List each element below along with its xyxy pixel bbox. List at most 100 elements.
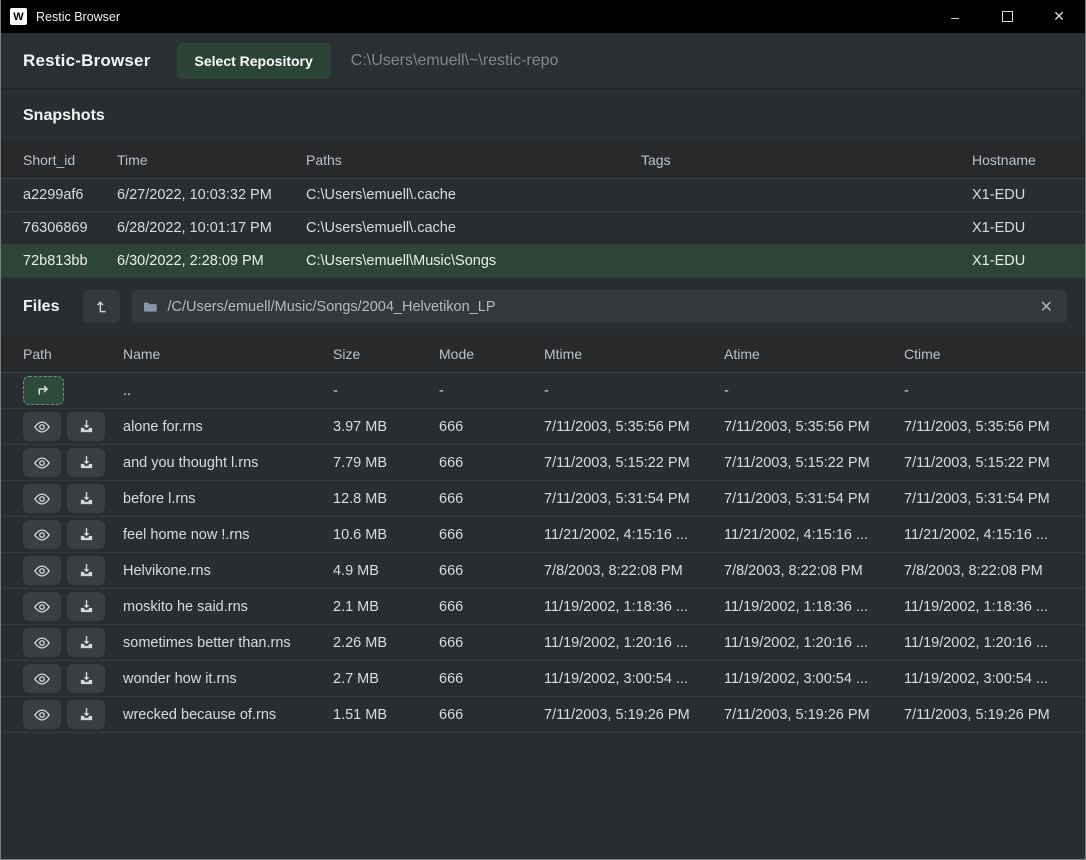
download-file-button[interactable]: [67, 628, 105, 657]
col-name: Name: [123, 346, 333, 362]
files-heading: Files: [23, 298, 59, 316]
file-mtime: 7/11/2003, 5:19:26 PM: [544, 707, 724, 723]
download-icon: [78, 634, 95, 651]
download-file-button[interactable]: [67, 664, 105, 693]
col-hostname: Hostname: [972, 152, 1067, 168]
file-mode: 666: [439, 491, 544, 507]
window-title: Restic Browser: [36, 10, 120, 24]
file-mode: 666: [439, 671, 544, 687]
file-size: 2.26 MB: [333, 635, 439, 651]
file-size: 12.8 MB: [333, 491, 439, 507]
snapshot-row[interactable]: 76306869 6/28/2022, 10:01:17 PM C:\Users…: [1, 212, 1085, 245]
clear-path-icon: ✕: [1040, 299, 1053, 316]
snapshot-hostname: X1-EDU: [972, 220, 1067, 236]
file-row: sometimes better than.rns 2.26 MB 666 11…: [1, 625, 1085, 661]
file-row: alone for.rns 3.97 MB 666 7/11/2003, 5:3…: [1, 409, 1085, 445]
file-mode: 666: [439, 419, 544, 435]
parent-atime: -: [724, 383, 904, 399]
file-ctime: 11/19/2002, 3:00:54 ...: [904, 671, 1067, 687]
file-row: moskito he said.rns 2.1 MB 666 11/19/200…: [1, 589, 1085, 625]
col-atime: Atime: [724, 346, 904, 362]
up-to-parent-icon: [94, 299, 110, 315]
download-file-button[interactable]: [67, 448, 105, 477]
file-ctime: 11/21/2002, 4:15:16 ...: [904, 527, 1067, 543]
eye-icon: [33, 490, 51, 508]
preview-file-button[interactable]: [23, 520, 61, 549]
snapshot-paths: C:\Users\emuell\.cache: [306, 187, 641, 203]
file-mode: 666: [439, 527, 544, 543]
snapshot-short-id: 76306869: [23, 220, 117, 236]
snapshots-table-body: a2299af6 6/27/2022, 10:03:32 PM C:\Users…: [1, 179, 1085, 278]
download-icon: [78, 706, 95, 723]
file-name: feel home now !.rns: [123, 527, 333, 543]
snapshots-heading: Snapshots: [1, 89, 1085, 141]
download-file-button[interactable]: [67, 520, 105, 549]
snapshot-row[interactable]: a2299af6 6/27/2022, 10:03:32 PM C:\Users…: [1, 179, 1085, 212]
app-window: W Restic Browser – ✕ Restic-Browser Sele…: [0, 0, 1086, 860]
file-atime: 11/19/2002, 1:18:36 ...: [724, 599, 904, 615]
eye-icon: [33, 634, 51, 652]
file-name: Helvikone.rns: [123, 563, 333, 579]
preview-file-button[interactable]: [23, 484, 61, 513]
file-mode: 666: [439, 707, 544, 723]
preview-file-button[interactable]: [23, 700, 61, 729]
download-icon: [78, 598, 95, 615]
file-atime: 11/21/2002, 4:15:16 ...: [724, 527, 904, 543]
file-size: 2.1 MB: [333, 599, 439, 615]
eye-icon: [33, 454, 51, 472]
file-name: and you thought l.rns: [123, 455, 333, 471]
file-row: wonder how it.rns 2.7 MB 666 11/19/2002,…: [1, 661, 1085, 697]
files-table-header: Path Name Size Mode Mtime Atime Ctime: [1, 335, 1085, 373]
parent-mtime: -: [544, 383, 724, 399]
maximize-button[interactable]: [981, 0, 1033, 33]
file-name: before l.rns: [123, 491, 333, 507]
preview-file-button[interactable]: [23, 592, 61, 621]
file-mtime: 11/21/2002, 4:15:16 ...: [544, 527, 724, 543]
download-icon: [78, 526, 95, 543]
minimize-button[interactable]: –: [929, 0, 981, 33]
file-row: before l.rns 12.8 MB 666 7/11/2003, 5:31…: [1, 481, 1085, 517]
preview-file-button[interactable]: [23, 556, 61, 585]
col-path: Path: [23, 346, 123, 362]
file-ctime: 7/11/2003, 5:31:54 PM: [904, 491, 1067, 507]
close-button[interactable]: ✕: [1033, 0, 1085, 33]
download-icon: [78, 454, 95, 471]
download-icon: [78, 670, 95, 687]
select-repository-button[interactable]: Select Repository: [177, 43, 331, 79]
file-mode: 666: [439, 599, 544, 615]
snapshot-time: 6/30/2022, 2:28:09 PM: [117, 253, 306, 269]
app-icon: W: [10, 8, 27, 25]
clear-path-button[interactable]: ✕: [1036, 297, 1057, 317]
file-mtime: 11/19/2002, 3:00:54 ...: [544, 671, 724, 687]
go-to-root-button[interactable]: [83, 290, 120, 323]
app-header: Restic-Browser Select Repository C:\User…: [1, 33, 1085, 89]
col-short-id: Short_id: [23, 152, 117, 168]
snapshot-paths: C:\Users\emuell\Music\Songs: [306, 253, 641, 269]
file-name: wonder how it.rns: [123, 671, 333, 687]
folder-icon: [142, 299, 158, 315]
col-paths: Paths: [306, 152, 641, 168]
download-file-button[interactable]: [67, 484, 105, 513]
download-file-button[interactable]: [67, 412, 105, 441]
return-arrow-icon: [35, 382, 52, 399]
current-path-input[interactable]: /C/Users/emuell/Music/Songs/2004_Helveti…: [132, 290, 1067, 323]
file-mtime: 11/19/2002, 1:20:16 ...: [544, 635, 724, 651]
preview-file-button[interactable]: [23, 664, 61, 693]
file-name: wrecked because of.rns: [123, 707, 333, 723]
col-time: Time: [117, 152, 306, 168]
file-atime: 7/11/2003, 5:31:54 PM: [724, 491, 904, 507]
snapshot-time: 6/28/2022, 10:01:17 PM: [117, 220, 306, 236]
preview-file-button[interactable]: [23, 412, 61, 441]
file-mode: 666: [439, 635, 544, 651]
preview-file-button[interactable]: [23, 628, 61, 657]
preview-file-button[interactable]: [23, 448, 61, 477]
download-file-button[interactable]: [67, 592, 105, 621]
file-ctime: 11/19/2002, 1:18:36 ...: [904, 599, 1067, 615]
go-up-button[interactable]: [23, 376, 64, 405]
col-mode: Mode: [439, 346, 544, 362]
eye-icon: [33, 562, 51, 580]
download-file-button[interactable]: [67, 700, 105, 729]
download-file-button[interactable]: [67, 556, 105, 585]
file-mode: 666: [439, 455, 544, 471]
snapshot-row[interactable]: 72b813bb 6/30/2022, 2:28:09 PM C:\Users\…: [1, 245, 1085, 278]
